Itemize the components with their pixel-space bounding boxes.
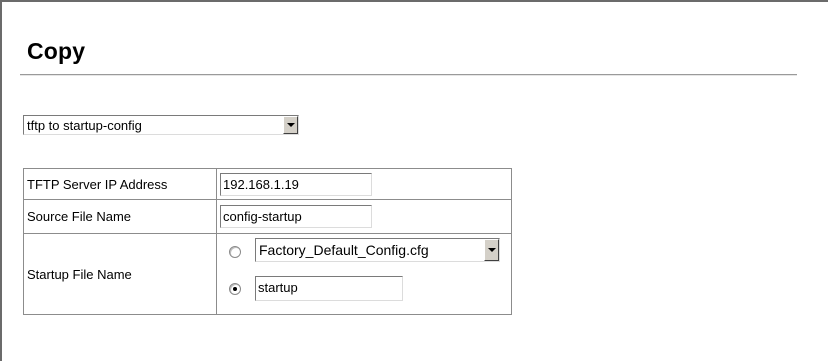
tftp-server-ip-label: TFTP Server IP Address — [23, 168, 217, 200]
tftp-server-ip-cell: 192.168.1.19 — [216, 168, 512, 200]
tftp-server-ip-input[interactable]: 192.168.1.19 — [220, 172, 372, 196]
startup-file-name-label: Startup File Name — [23, 233, 217, 315]
factory-default-file-select[interactable]: Factory_Default_Config.cfg — [255, 238, 500, 262]
dropdown-arrow-button[interactable] — [283, 116, 298, 134]
startup-file-name-input[interactable]: startup — [255, 276, 403, 301]
source-file-name-label: Source File Name — [23, 199, 217, 234]
source-file-name-input[interactable]: config-startup — [220, 205, 372, 228]
copy-settings-table: TFTP Server IP Address 192.168.1.19 Sour… — [23, 168, 512, 315]
copy-operation-select[interactable]: tftp to startup-config — [23, 115, 299, 135]
chevron-down-icon — [487, 248, 496, 252]
startup-file-name-cell: Factory_Default_Config.cfg startup — [216, 233, 512, 315]
table-row: Source File Name config-startup — [23, 199, 512, 234]
factory-default-radio[interactable] — [229, 246, 241, 258]
radio-selected-dot — [233, 287, 237, 291]
page-title: Copy — [27, 38, 86, 64]
dropdown-arrow-button[interactable] — [484, 239, 499, 261]
startup-file-radio[interactable] — [229, 283, 241, 295]
source-file-name-cell: config-startup — [216, 199, 512, 234]
table-row: Startup File Name Factory_Default_Config… — [23, 233, 512, 315]
title-divider — [20, 74, 797, 76]
factory-default-file-value: Factory_Default_Config.cfg — [259, 242, 429, 258]
chevron-down-icon — [286, 123, 295, 127]
copy-operation-value: tftp to startup-config — [27, 117, 142, 133]
table-row: TFTP Server IP Address 192.168.1.19 — [23, 168, 512, 200]
